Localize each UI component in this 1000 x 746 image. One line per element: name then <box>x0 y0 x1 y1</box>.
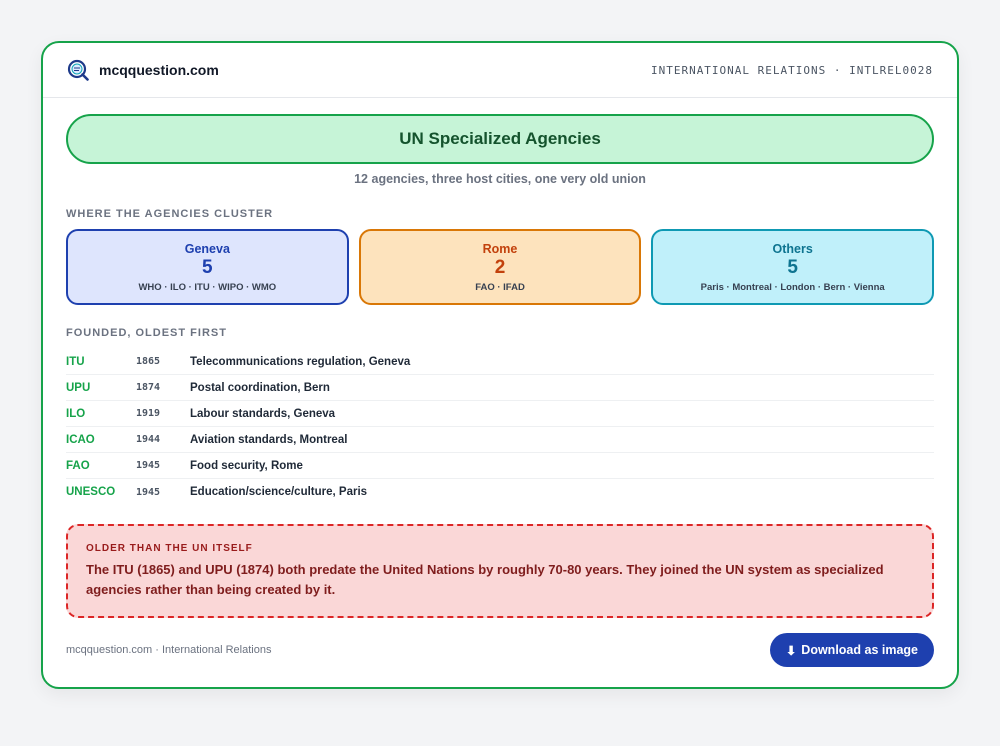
cluster-name: Rome <box>482 241 518 256</box>
founded-list: ITU 1865 Telecommunications regulation, … <box>66 349 934 505</box>
cluster-count: 2 <box>494 256 506 278</box>
agency-description: Postal coordination, Bern <box>190 381 330 394</box>
cluster-count: 5 <box>787 256 798 278</box>
page-subtitle: 12 agencies, three host cities, one very… <box>354 172 646 186</box>
agency-description: Food security, Rome <box>190 459 303 472</box>
download-image-button[interactable]: ⬇ Download as image <box>769 633 934 667</box>
clusters-row: Geneva 5 WHO · ILO · ITU · WIPO · WMO Ro… <box>66 229 935 305</box>
founded-year: 1944 <box>136 434 161 445</box>
cluster-card-rome: Rome 2 FAO · IFAD <box>358 229 642 305</box>
cluster-agency-list: WHO · ILO · ITU · WIPO · WMO <box>138 281 277 293</box>
cluster-name: Others <box>772 241 813 256</box>
card-header: mcqquestion.com INTERNATIONAL RELATIONS … <box>43 43 957 98</box>
list-item: UPU 1874 Postal coordination, Bern <box>66 375 934 401</box>
cluster-agency-list: Paris · Montreal · London · Bern · Vienn… <box>700 281 885 293</box>
cluster-card-others: Others 5 Paris · Montreal · London · Ber… <box>651 229 935 305</box>
question-card: mcqquestion.com INTERNATIONAL RELATIONS … <box>41 41 959 689</box>
callout-note: OLDER THAN THE UN ITSELF The ITU (1865) … <box>66 524 934 618</box>
subject-code-tag: INTERNATIONAL RELATIONS · INTLREL0028 <box>650 63 933 77</box>
brand[interactable]: mcqquestion.com <box>67 59 219 81</box>
brand-name: mcqquestion.com <box>99 62 219 78</box>
agency-description: Aviation standards, Montreal <box>190 433 348 446</box>
agency-code: ILO <box>66 407 86 420</box>
callout-text: The ITU (1865) and UPU (1874) both preda… <box>86 562 884 597</box>
download-button-label: Download as image <box>801 643 918 657</box>
founded-section-label: FOUNDED, OLDEST FIRST <box>66 327 227 339</box>
callout-label: OLDER THAN THE UN ITSELF <box>86 543 253 554</box>
list-item: ILO 1919 Labour standards, Geneva <box>66 401 934 427</box>
cluster-name: Geneva <box>184 241 230 256</box>
list-item: ITU 1865 Telecommunications regulation, … <box>66 349 934 375</box>
list-item: ICAO 1944 Aviation standards, Montreal <box>66 427 934 453</box>
cluster-agency-list: FAO · IFAD <box>475 281 525 293</box>
founded-year: 1865 <box>136 356 161 367</box>
footer-credit: mcqquestion.com · International Relation… <box>66 644 272 656</box>
founded-year: 1945 <box>136 486 161 498</box>
agency-code: ICAO <box>66 433 95 446</box>
agency-code: UPU <box>66 381 91 394</box>
list-item: FAO 1945 Food security, Rome <box>66 453 934 479</box>
founded-year: 1874 <box>136 382 161 393</box>
agency-description: Education/science/culture, Paris <box>190 486 368 498</box>
founded-year: 1945 <box>136 460 161 471</box>
founded-year: 1919 <box>136 408 161 419</box>
card-footer: mcqquestion.com · International Relation… <box>66 633 934 667</box>
download-arrow-icon: ⬇ <box>785 643 797 658</box>
agency-description: Labour standards, Geneva <box>190 407 336 420</box>
agency-code: FAO <box>66 459 90 472</box>
cluster-card-geneva: Geneva 5 WHO · ILO · ITU · WIPO · WMO <box>66 229 349 305</box>
agency-code: UNESCO <box>66 486 116 498</box>
agency-code: ITU <box>66 355 85 368</box>
page-title: UN Specialized Agencies <box>66 114 934 164</box>
magnifier-logo-icon <box>67 59 89 81</box>
cluster-count: 5 <box>202 256 213 278</box>
list-item: UNESCO 1945 Education/science/culture, P… <box>66 479 934 505</box>
agency-description: Telecommunications regulation, Geneva <box>190 355 411 368</box>
clusters-section-label: WHERE THE AGENCIES CLUSTER <box>66 208 274 220</box>
card-content: UN Specialized Agencies 12 agencies, thr… <box>43 98 957 618</box>
